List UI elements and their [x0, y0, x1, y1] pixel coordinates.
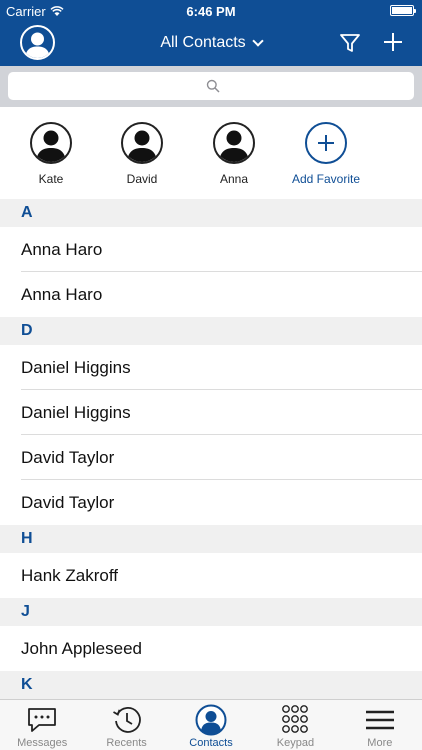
contact-row[interactable]: David Taylor: [0, 480, 422, 525]
app-header: Carrier 6:46 PM All Contacts: [0, 0, 422, 66]
messages-icon: [28, 708, 57, 732]
favorite-name: Kate: [38, 172, 64, 186]
person-silhouette-icon: [36, 130, 66, 162]
add-favorite-circle: [305, 122, 347, 164]
contacts-icon: [195, 704, 227, 736]
favorites-strip: Kate David Anna Add Favorite: [0, 107, 422, 199]
contact-row[interactable]: Daniel Higgins: [0, 390, 422, 435]
plus-icon: [318, 135, 334, 151]
battery-fill: [392, 7, 412, 14]
filter-icon[interactable]: [338, 31, 362, 55]
person-silhouette-icon: [127, 130, 157, 162]
section-header: K: [0, 671, 422, 699]
tab-label: More: [367, 737, 393, 749]
contact-row[interactable]: Daniel Higgins: [0, 345, 422, 390]
contact-row[interactable]: Anna Haro: [0, 272, 422, 317]
contact-row[interactable]: Hank Zakroff: [0, 553, 422, 598]
tab-label: Keypad: [276, 737, 315, 749]
favorite-anna[interactable]: Anna: [189, 122, 279, 186]
tab-keypad[interactable]: Keypad: [253, 700, 337, 750]
status-bar: Carrier 6:46 PM: [0, 0, 422, 22]
add-favorite-button[interactable]: Add Favorite: [281, 122, 371, 186]
tab-bar: Messages Recents Contacts Keypad More: [0, 699, 422, 750]
section-header: H: [0, 525, 422, 553]
keypad-icon: [282, 705, 309, 733]
tab-contacts[interactable]: Contacts: [169, 700, 253, 750]
battery-icon: [390, 5, 416, 16]
status-time: 6:46 PM: [186, 4, 236, 19]
tab-label: Recents: [106, 737, 147, 749]
avatar: [121, 122, 163, 164]
avatar: [213, 122, 255, 164]
tab-more[interactable]: More: [338, 700, 422, 750]
avatar: [30, 122, 72, 164]
section-header: D: [0, 317, 422, 345]
favorite-name: Anna: [219, 172, 249, 186]
tab-recents[interactable]: Recents: [84, 700, 168, 750]
contact-row[interactable]: Anna Haro: [0, 227, 422, 272]
tab-label: Messages: [17, 737, 68, 749]
tab-label: Contacts: [189, 737, 233, 749]
contact-row[interactable]: David Taylor: [0, 435, 422, 480]
search-bar: [0, 66, 422, 107]
search-field-container: [8, 72, 414, 100]
contact-list: A Anna Haro Anna Haro D Daniel Higgins D…: [0, 199, 422, 699]
nav-title-label: All Contacts: [160, 34, 246, 51]
plus-icon[interactable]: [381, 30, 405, 54]
nav-bar: All Contacts: [0, 22, 422, 66]
section-header: J: [0, 598, 422, 626]
section-header: A: [0, 199, 422, 227]
person-silhouette-icon: [219, 130, 249, 162]
favorite-name: David: [126, 172, 158, 186]
contact-row[interactable]: John Appleseed: [0, 626, 422, 671]
add-favorite-label: Add Favorite: [291, 172, 361, 186]
favorite-david[interactable]: David: [97, 122, 187, 186]
tab-messages[interactable]: Messages: [0, 700, 84, 750]
more-icon: [365, 710, 394, 730]
search-icon: [206, 79, 220, 93]
favorite-kate[interactable]: Kate: [6, 122, 96, 186]
recents-icon: [112, 707, 141, 733]
chevron-down-icon: [252, 34, 264, 47]
